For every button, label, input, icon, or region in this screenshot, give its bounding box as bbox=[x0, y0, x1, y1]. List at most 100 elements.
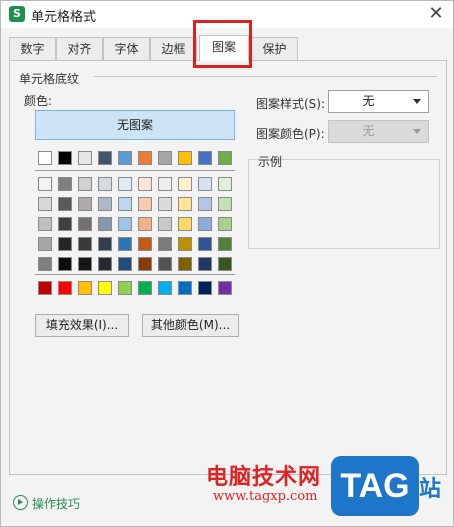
tips-link[interactable]: 操作技巧 bbox=[32, 495, 80, 512]
pattern-style-select[interactable]: 无 bbox=[328, 90, 429, 113]
color-swatch[interactable] bbox=[138, 217, 152, 231]
color-swatch[interactable] bbox=[118, 237, 132, 251]
color-swatch[interactable] bbox=[158, 281, 172, 295]
color-swatch[interactable] bbox=[118, 217, 132, 231]
tab-number[interactable]: 数字 bbox=[9, 37, 56, 60]
watermark-url: www.tagxp.com bbox=[213, 489, 318, 504]
color-swatch[interactable] bbox=[38, 151, 52, 165]
color-swatch[interactable] bbox=[158, 177, 172, 191]
sample-label: 示例 bbox=[258, 155, 283, 169]
watermark-site: 站 bbox=[419, 477, 442, 502]
color-swatch[interactable] bbox=[38, 177, 52, 191]
more-colors-button[interactable]: 其他颜色(M)... bbox=[142, 314, 239, 337]
color-swatch[interactable] bbox=[118, 257, 132, 271]
color-swatch[interactable] bbox=[78, 217, 92, 231]
pattern-panel: 单元格底纹 颜色: 无图案 填充效果(I)... 其他颜色(M)... 图案样式… bbox=[9, 60, 447, 475]
pattern-style-label: 图案样式(S): bbox=[256, 97, 326, 111]
color-swatch[interactable] bbox=[98, 177, 112, 191]
color-swatch[interactable] bbox=[58, 257, 72, 271]
pattern-color-select[interactable]: 无 bbox=[328, 120, 429, 143]
color-swatch[interactable] bbox=[138, 151, 152, 165]
pattern-color-label: 图案颜色(P): bbox=[256, 127, 325, 141]
color-swatch[interactable] bbox=[38, 281, 52, 295]
color-swatch[interactable] bbox=[198, 177, 212, 191]
color-swatch[interactable] bbox=[38, 197, 52, 211]
play-circle-icon[interactable] bbox=[13, 495, 28, 510]
color-swatch[interactable] bbox=[78, 281, 92, 295]
color-swatch[interactable] bbox=[198, 237, 212, 251]
watermark-text: 电脑技术网 bbox=[206, 465, 322, 490]
color-swatch[interactable] bbox=[38, 257, 52, 271]
color-swatch[interactable] bbox=[198, 217, 212, 231]
color-swatch[interactable] bbox=[218, 257, 232, 271]
tab-font[interactable]: 字体 bbox=[103, 37, 150, 60]
color-swatch[interactable] bbox=[158, 257, 172, 271]
color-swatch[interactable] bbox=[218, 197, 232, 211]
color-swatch[interactable] bbox=[178, 281, 192, 295]
color-swatch[interactable] bbox=[98, 257, 112, 271]
chevron-down-icon bbox=[413, 99, 421, 104]
color-swatch[interactable] bbox=[218, 217, 232, 231]
color-swatch[interactable] bbox=[98, 151, 112, 165]
color-swatch[interactable] bbox=[218, 237, 232, 251]
tab-highlight-box bbox=[193, 20, 252, 68]
tab-alignment[interactable]: 对齐 bbox=[56, 37, 103, 60]
color-swatch[interactable] bbox=[78, 151, 92, 165]
color-swatch[interactable] bbox=[58, 217, 72, 231]
color-swatch[interactable] bbox=[78, 257, 92, 271]
color-swatch[interactable] bbox=[138, 237, 152, 251]
color-swatch[interactable] bbox=[118, 151, 132, 165]
color-label: 颜色: bbox=[24, 94, 53, 108]
color-swatch[interactable] bbox=[78, 177, 92, 191]
color-swatch[interactable] bbox=[58, 237, 72, 251]
color-swatch[interactable] bbox=[138, 197, 152, 211]
app-logo-icon: S bbox=[9, 6, 25, 22]
color-swatch[interactable] bbox=[38, 237, 52, 251]
color-swatch[interactable] bbox=[58, 151, 72, 165]
group-divider bbox=[94, 76, 437, 77]
color-swatch[interactable] bbox=[58, 177, 72, 191]
color-swatch[interactable] bbox=[58, 281, 72, 295]
no-pattern-button[interactable]: 无图案 bbox=[35, 110, 235, 140]
color-swatch[interactable] bbox=[158, 197, 172, 211]
color-swatch[interactable] bbox=[58, 197, 72, 211]
color-swatch[interactable] bbox=[198, 197, 212, 211]
color-swatch[interactable] bbox=[158, 237, 172, 251]
color-swatch[interactable] bbox=[98, 237, 112, 251]
color-swatch[interactable] bbox=[198, 281, 212, 295]
color-swatch[interactable] bbox=[198, 257, 212, 271]
color-swatch[interactable] bbox=[178, 217, 192, 231]
color-swatch[interactable] bbox=[78, 197, 92, 211]
color-swatch[interactable] bbox=[138, 177, 152, 191]
pattern-style-value: 无 bbox=[362, 94, 375, 108]
color-swatch[interactable] bbox=[178, 237, 192, 251]
color-swatch[interactable] bbox=[38, 217, 52, 231]
color-swatch[interactable] bbox=[218, 177, 232, 191]
fill-effects-button[interactable]: 填充效果(I)... bbox=[35, 314, 129, 337]
color-swatch[interactable] bbox=[158, 217, 172, 231]
format-cells-dialog: S 单元格格式 ✕ 数字 对齐 字体 边框 图案 保护 单元格底纹 颜色: 无图… bbox=[0, 0, 454, 527]
dialog-title: 单元格格式 bbox=[31, 10, 97, 25]
tab-border[interactable]: 边框 bbox=[150, 37, 197, 60]
color-swatch[interactable] bbox=[78, 237, 92, 251]
color-swatch[interactable] bbox=[158, 151, 172, 165]
color-swatch[interactable] bbox=[98, 217, 112, 231]
color-swatch[interactable] bbox=[118, 197, 132, 211]
color-swatch[interactable] bbox=[98, 281, 112, 295]
color-swatch[interactable] bbox=[178, 197, 192, 211]
color-swatch[interactable] bbox=[198, 151, 212, 165]
color-swatch[interactable] bbox=[98, 197, 112, 211]
color-swatch[interactable] bbox=[138, 257, 152, 271]
watermark-logo: TAG bbox=[331, 456, 419, 516]
color-swatch[interactable] bbox=[178, 257, 192, 271]
palette-divider bbox=[35, 274, 235, 275]
color-swatch[interactable] bbox=[218, 151, 232, 165]
color-swatch[interactable] bbox=[178, 177, 192, 191]
color-swatch[interactable] bbox=[118, 177, 132, 191]
color-swatch[interactable] bbox=[138, 281, 152, 295]
color-swatch[interactable] bbox=[178, 151, 192, 165]
color-swatch[interactable] bbox=[118, 281, 132, 295]
close-icon[interactable]: ✕ bbox=[425, 3, 447, 25]
color-swatch[interactable] bbox=[218, 281, 232, 295]
tab-protection[interactable]: 保护 bbox=[251, 37, 298, 60]
